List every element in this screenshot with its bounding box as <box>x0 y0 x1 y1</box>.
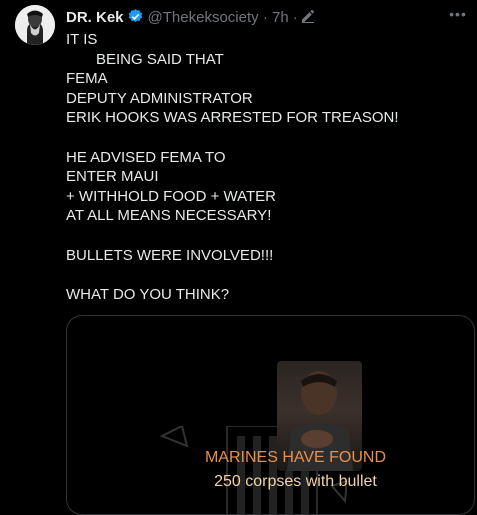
tweet-line: WHAT DO YOU THINK? <box>66 285 230 303</box>
author-name[interactable]: DR. Kek <box>66 9 124 26</box>
tweet-time[interactable]: 7h <box>272 9 289 26</box>
separator-dot: · <box>262 9 268 26</box>
tweet-line: IT IS <box>66 31 98 48</box>
tweet-line: BULLETS WERE INVOLVED!!! <box>66 246 274 264</box>
tweet-line <box>66 265 466 285</box>
verified-badge-icon <box>127 8 144 31</box>
video-player[interactable]: MARINES HAVE FOUND 250 corpses with bull… <box>66 315 475 515</box>
avatar-image <box>15 5 55 45</box>
tweet-line <box>66 128 466 148</box>
tweet-line <box>66 226 466 246</box>
separator-dot: · <box>292 9 298 26</box>
tweet-line: DEPUTY ADMINISTRATOR <box>66 89 253 107</box>
tweet-line: ERIK HOOKS WAS ARRESTED FOR TREASON! <box>66 109 399 127</box>
avatar[interactable] <box>15 5 55 45</box>
tweet-line: + WITHHOLD FOOD + WATER <box>66 187 277 205</box>
video-caption-line: MARINES HAVE FOUND <box>204 449 387 466</box>
more-options-icon[interactable]: ••• <box>447 7 469 25</box>
tweet-text: IT IS BEING SAID THAT FEMA DEPUTY ADMINI… <box>66 30 466 304</box>
tweet-line: HE ADVISED FEMA TO <box>66 148 226 166</box>
tweet-line: FEMA <box>66 70 108 88</box>
tweet-line: BEING SAID THAT <box>96 50 224 68</box>
tweet-line: ENTER MAUI <box>66 168 159 186</box>
edited-pencil-icon[interactable] <box>300 8 316 30</box>
tweet-header: DR. Kek @Thekeksociety · 7h · <box>66 8 477 28</box>
author-handle[interactable]: @Thekeksociety <box>148 9 259 26</box>
tweet-line: AT ALL MEANS NECESSARY! <box>66 207 272 225</box>
video-caption-line: 250 corpses with bullet <box>214 473 377 490</box>
